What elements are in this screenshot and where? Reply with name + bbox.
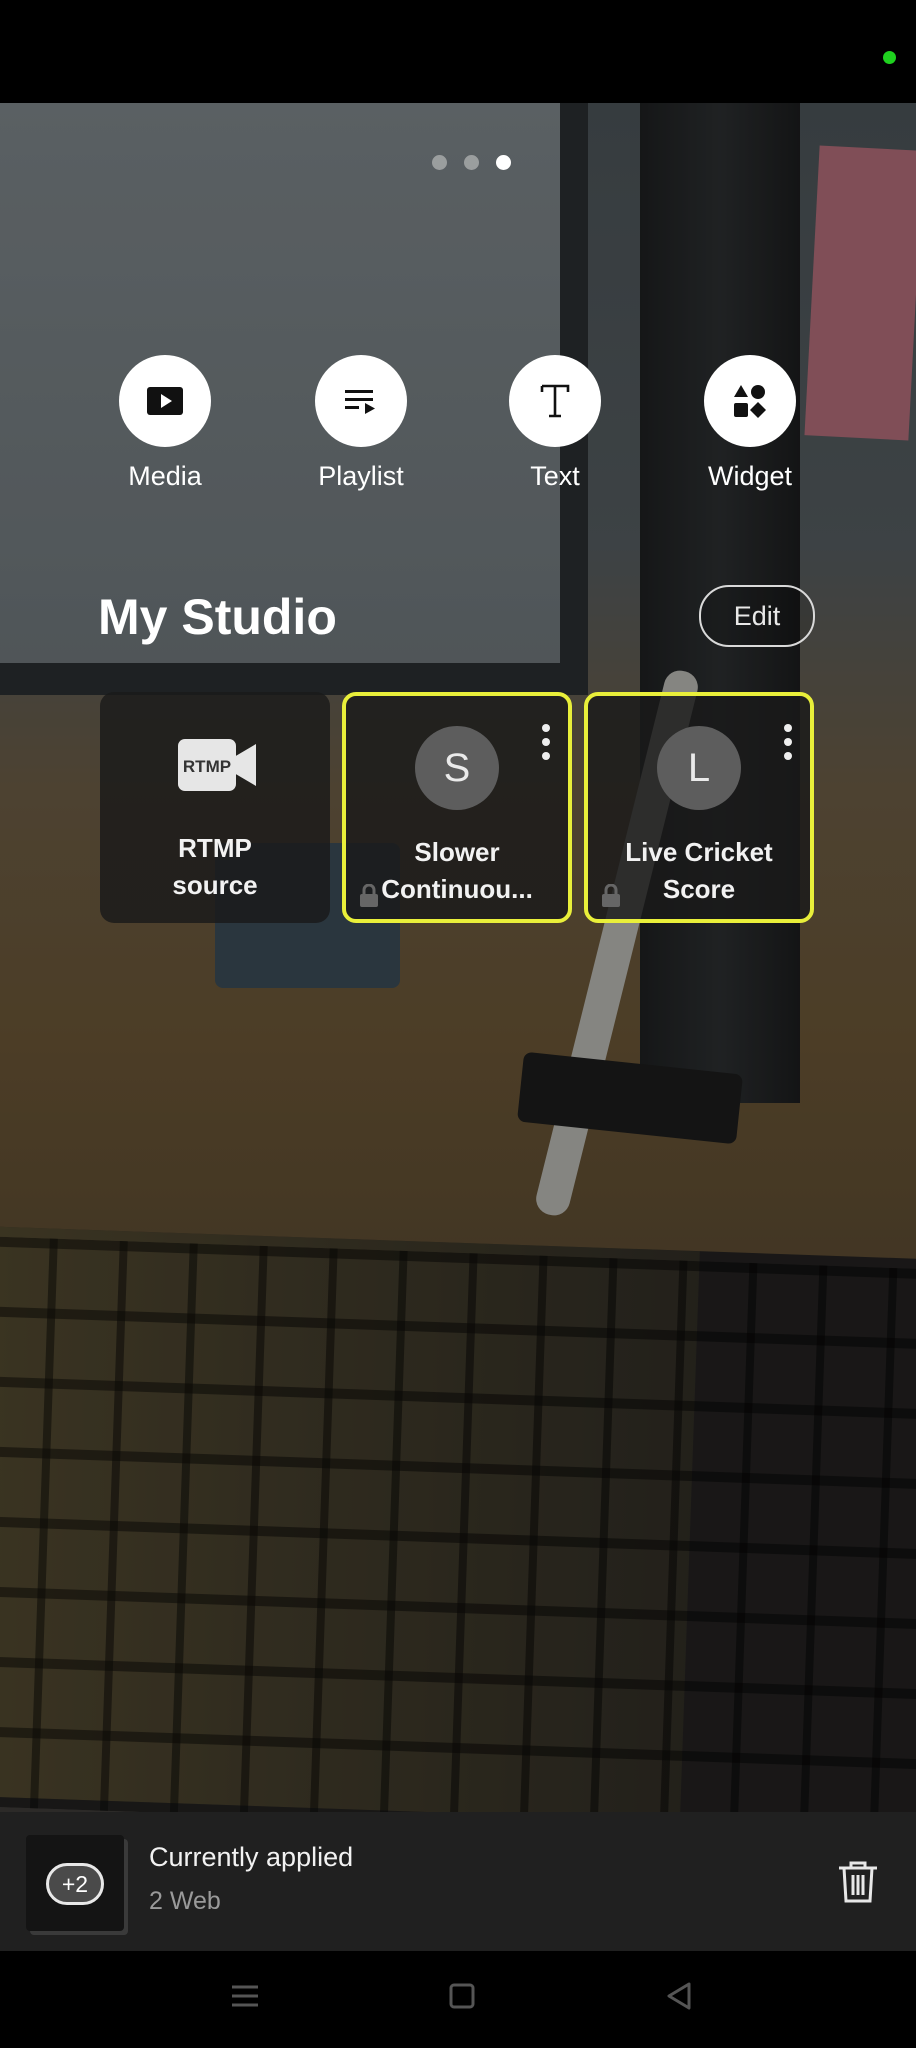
avatar: L bbox=[657, 726, 741, 810]
playlist-icon-circle bbox=[315, 355, 407, 447]
applied-count-badge: +2 bbox=[46, 1863, 104, 1905]
playlist-icon bbox=[345, 390, 375, 414]
rtmp-camera-icon: RTMP bbox=[178, 739, 256, 791]
widget-icon bbox=[734, 385, 766, 418]
studio-title: My Studio bbox=[98, 589, 337, 645]
widget-button[interactable]: Widget bbox=[655, 355, 845, 492]
currently-applied-bar[interactable]: +2 Currently applied 2 Web bbox=[0, 1812, 916, 1951]
menu-icon[interactable] bbox=[230, 1981, 260, 2011]
back-icon[interactable] bbox=[664, 1981, 694, 2011]
more-options-icon[interactable] bbox=[784, 724, 792, 760]
studio-card-live-cricket-score[interactable]: L Live Cricket Score bbox=[584, 692, 814, 923]
playlist-label: Playlist bbox=[318, 461, 404, 491]
edit-button[interactable]: Edit bbox=[699, 585, 815, 647]
playlist-button[interactable]: Playlist bbox=[266, 355, 456, 492]
avatar: S bbox=[415, 726, 499, 810]
studio-card-slower-continuous[interactable]: S Slower Continuou... bbox=[342, 692, 572, 923]
card-title: RTMP source bbox=[100, 830, 330, 904]
text-icon bbox=[540, 384, 570, 418]
text-button[interactable]: Text bbox=[460, 355, 650, 492]
system-nav-bar bbox=[0, 1951, 916, 2048]
page-indicator bbox=[0, 155, 916, 170]
text-label: Text bbox=[530, 461, 580, 491]
applied-thumbnail[interactable]: +2 bbox=[26, 1835, 124, 1931]
card-title-line1: Live Cricket bbox=[625, 837, 773, 867]
studio-card-rtmp[interactable]: RTMP RTMP source bbox=[100, 692, 330, 923]
text-icon-circle bbox=[509, 355, 601, 447]
card-title-line1: RTMP bbox=[178, 833, 252, 863]
widget-icon-circle bbox=[704, 355, 796, 447]
status-bar bbox=[0, 0, 916, 103]
applied-subtitle: 2 Web bbox=[149, 1887, 221, 1915]
home-icon[interactable] bbox=[448, 1981, 476, 2011]
media-label: Media bbox=[128, 461, 202, 491]
page-dot-active bbox=[495, 155, 511, 170]
applied-title: Currently applied bbox=[149, 1842, 354, 1872]
lock-icon bbox=[360, 884, 378, 907]
more-options-icon[interactable] bbox=[542, 724, 550, 760]
card-title-line1: Slower bbox=[414, 837, 500, 867]
recording-indicator bbox=[883, 51, 896, 64]
play-icon bbox=[147, 387, 183, 415]
rtmp-logo-text: RTMP bbox=[183, 757, 231, 776]
card-title-line2: source bbox=[172, 870, 258, 900]
page-dot bbox=[431, 155, 447, 170]
lock-icon bbox=[602, 884, 620, 907]
widget-label: Widget bbox=[707, 461, 793, 491]
media-button[interactable]: Media bbox=[70, 355, 260, 492]
page-dot bbox=[463, 155, 479, 170]
trash-icon[interactable] bbox=[835, 1859, 881, 1905]
media-icon-circle bbox=[119, 355, 211, 447]
